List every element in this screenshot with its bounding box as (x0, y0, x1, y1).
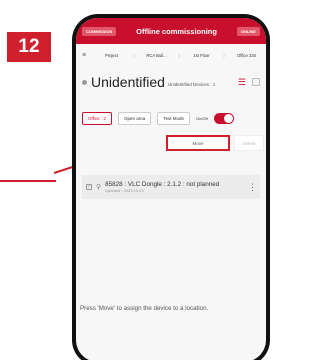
callout-line (0, 180, 56, 182)
grid-view-icon[interactable] (252, 78, 260, 86)
breadcrumb: ≡ Project › RCA Buil... › 1st Floor › Of… (76, 46, 266, 64)
office-filter[interactable]: Office : 2 (82, 111, 112, 125)
page-header: Unidentified Unidentified Devices : 1 ☰ (82, 70, 260, 94)
breadcrumb-item[interactable]: 1st Floor (182, 53, 221, 58)
online-button[interactable]: ONLINE (236, 26, 260, 36)
device-info: 85828 : VLC Dongle : 2.1.2 : not planned… (105, 181, 248, 193)
status-dot-icon (82, 79, 87, 85)
filter-bar: Office : 2 Open area Test Mode On/Off (82, 110, 260, 126)
action-bar: ⌕ Move Delete (166, 135, 264, 151)
device-updated: Updated : 2023.10.23 (105, 188, 144, 193)
search-icon: ⌕ (172, 140, 175, 146)
phone-frame: COMMISSION Offline commissioning ONLINE … (72, 14, 270, 360)
screen-title: Offline commissioning (136, 26, 217, 36)
delete-button[interactable]: Delete (234, 135, 264, 151)
device-count: Unidentified Devices : 1 (167, 82, 216, 87)
more-vertical-icon[interactable]: ⋮ (248, 182, 257, 193)
move-label: Move (192, 140, 204, 146)
page-title: Unidentified (91, 74, 165, 90)
breadcrumb-item[interactable]: RCA Buil... (137, 53, 176, 58)
step-number-badge: 12 (7, 32, 51, 62)
checkbox[interactable]: ✓ (86, 184, 92, 190)
test-mode-button[interactable]: Test Mode (157, 111, 190, 125)
menu-icon[interactable]: ≡ (82, 52, 92, 59)
onoff-label: On/Off (195, 115, 208, 121)
top-bar: COMMISSION Offline commissioning ONLINE (76, 18, 266, 44)
list-item[interactable]: ✓ ⚲ 85828 : VLC Dongle : 2.1.2 : not pla… (82, 175, 260, 199)
breadcrumb-item[interactable]: Office 334 (227, 53, 266, 58)
instruction-text: Press 'Move' to assign the device to a l… (80, 305, 209, 312)
breadcrumb-item[interactable]: Project (92, 53, 131, 58)
move-button[interactable]: ⌕ Move (166, 135, 230, 151)
open-area-filter[interactable]: Open area (117, 111, 152, 125)
dongle-icon: ⚲ (96, 184, 102, 191)
device-title: 85828 : VLC Dongle : 2.1.2 : not planned (105, 181, 220, 188)
commission-tab[interactable]: COMMISSION (82, 26, 117, 36)
app-screen: COMMISSION Offline commissioning ONLINE … (76, 18, 266, 360)
list-view-icon[interactable]: ☰ (238, 77, 246, 88)
onoff-toggle[interactable] (213, 112, 234, 124)
